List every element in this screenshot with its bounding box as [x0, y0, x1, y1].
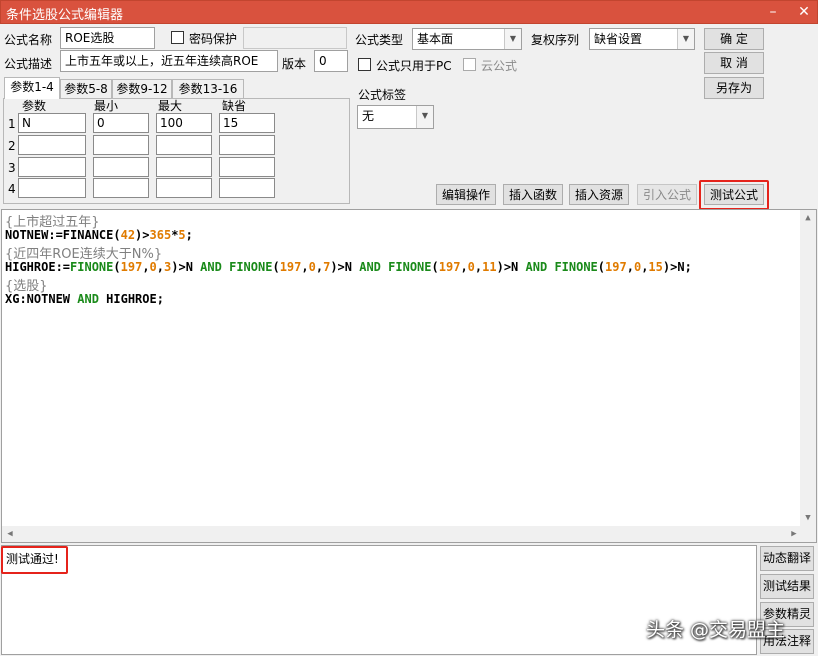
- version-label: 版本: [282, 57, 307, 71]
- formula-type-label: 公式类型: [355, 33, 404, 47]
- insert-function-button[interactable]: 插入函数: [503, 184, 563, 205]
- pc-only-label: 公式只用于PC: [376, 59, 452, 73]
- test-result-button[interactable]: 测试结果: [760, 574, 814, 599]
- code-line-highroe: HIGHROE:=FINONE(197,0,3)>N AND FINONE(19…: [5, 260, 692, 274]
- param-min-cell[interactable]: 0: [93, 113, 149, 133]
- param-row-index: 3: [8, 161, 16, 175]
- scroll-right-icon[interactable]: ▶: [786, 526, 802, 542]
- param-header-name: 参数: [22, 99, 47, 113]
- test-button-highlight: [699, 180, 769, 210]
- cloud-label: 云公式: [481, 59, 518, 73]
- editor-horizontal-scrollbar[interactable]: ◀ ▶: [2, 526, 802, 542]
- ok-button[interactable]: 确 定: [704, 28, 764, 50]
- param-header-default: 缺省: [222, 99, 247, 113]
- rights-label: 复权序列: [531, 33, 580, 47]
- pc-only-checkbox[interactable]: [358, 58, 371, 71]
- param-default-cell[interactable]: [219, 178, 275, 198]
- scroll-down-icon[interactable]: ▼: [800, 510, 816, 526]
- formula-desc-input[interactable]: 上市五年或以上，近五年连续高ROE: [60, 50, 278, 72]
- tag-select[interactable]: 无 ▼: [357, 105, 434, 129]
- param-max-cell[interactable]: [156, 178, 212, 198]
- param-max-cell[interactable]: [156, 157, 212, 177]
- dynamic-translate-button[interactable]: 动态翻译: [760, 546, 814, 571]
- cloud-checkbox[interactable]: [463, 58, 476, 71]
- minimize-button[interactable]: –: [758, 1, 788, 24]
- tag-value: 无: [362, 109, 375, 123]
- param-min-cell[interactable]: [93, 135, 149, 155]
- edit-ops-button[interactable]: 编辑操作: [436, 184, 496, 205]
- result-highlight: [1, 546, 68, 574]
- param-row-index: 1: [8, 117, 16, 131]
- window-title: 条件选股公式编辑器: [6, 8, 124, 23]
- tab-params-13-16[interactable]: 参数13-16: [172, 79, 244, 99]
- test-output-panel: 测试通过!: [1, 545, 757, 655]
- tab-params-1-4[interactable]: 参数1-4: [4, 77, 60, 99]
- formula-name-input[interactable]: ROE选股: [60, 27, 155, 49]
- formula-editor[interactable]: {上市超过五年} NOTNEW:=FINANCE(42)>365*5; {近四年…: [1, 209, 817, 543]
- rights-value: 缺省设置: [594, 32, 643, 46]
- param-min-cell[interactable]: [93, 157, 149, 177]
- insert-resource-button[interactable]: 插入资源: [569, 184, 629, 205]
- rights-select[interactable]: 缺省设置 ▼: [589, 28, 695, 50]
- param-max-cell[interactable]: 100: [156, 113, 212, 133]
- param-name-cell[interactable]: N: [18, 113, 86, 133]
- param-name-cell[interactable]: [18, 157, 86, 177]
- tab-params-9-12[interactable]: 参数9-12: [112, 79, 172, 99]
- param-default-cell[interactable]: [219, 157, 275, 177]
- scroll-up-icon[interactable]: ▲: [800, 210, 816, 226]
- close-button[interactable]: ✕: [789, 1, 818, 24]
- password-label: 密码保护: [189, 32, 238, 46]
- formula-type-value: 基本面: [417, 32, 454, 46]
- editor-vertical-scrollbar[interactable]: ▲ ▼: [800, 210, 816, 542]
- password-checkbox[interactable]: [171, 31, 184, 44]
- chevron-down-icon: ▼: [677, 29, 694, 49]
- tag-label: 公式标签: [358, 88, 407, 102]
- version-input[interactable]: 0: [314, 50, 348, 72]
- param-row-index: 4: [8, 182, 16, 196]
- import-formula-button[interactable]: 引入公式: [637, 184, 697, 205]
- watermark-text: 头条 @交易盟主: [646, 619, 786, 641]
- param-max-cell[interactable]: [156, 135, 212, 155]
- param-row-index: 2: [8, 139, 16, 153]
- formula-name-label: 公式名称: [4, 33, 53, 47]
- code-line-xg: XG:NOTNEW AND HIGHROE;: [5, 292, 164, 306]
- param-header-max: 最大: [158, 99, 183, 113]
- save-as-button[interactable]: 另存为: [704, 77, 764, 99]
- formula-type-select[interactable]: 基本面 ▼: [412, 28, 522, 50]
- param-name-cell[interactable]: [18, 178, 86, 198]
- param-min-cell[interactable]: [93, 178, 149, 198]
- formula-desc-label: 公式描述: [4, 57, 53, 71]
- title-bar: 条件选股公式编辑器 – ✕: [0, 0, 818, 24]
- param-default-cell[interactable]: [219, 135, 275, 155]
- cancel-button[interactable]: 取 消: [704, 52, 764, 74]
- scroll-left-icon[interactable]: ◀: [2, 526, 18, 542]
- password-input[interactable]: [243, 27, 347, 49]
- chevron-down-icon: ▼: [416, 106, 433, 128]
- param-default-cell[interactable]: 15: [219, 113, 275, 133]
- chevron-down-icon: ▼: [504, 29, 521, 49]
- code-line-notnew: NOTNEW:=FINANCE(42)>365*5;: [5, 228, 193, 242]
- param-name-cell[interactable]: [18, 135, 86, 155]
- param-header-min: 最小: [94, 99, 119, 113]
- tab-params-5-8[interactable]: 参数5-8: [60, 79, 112, 99]
